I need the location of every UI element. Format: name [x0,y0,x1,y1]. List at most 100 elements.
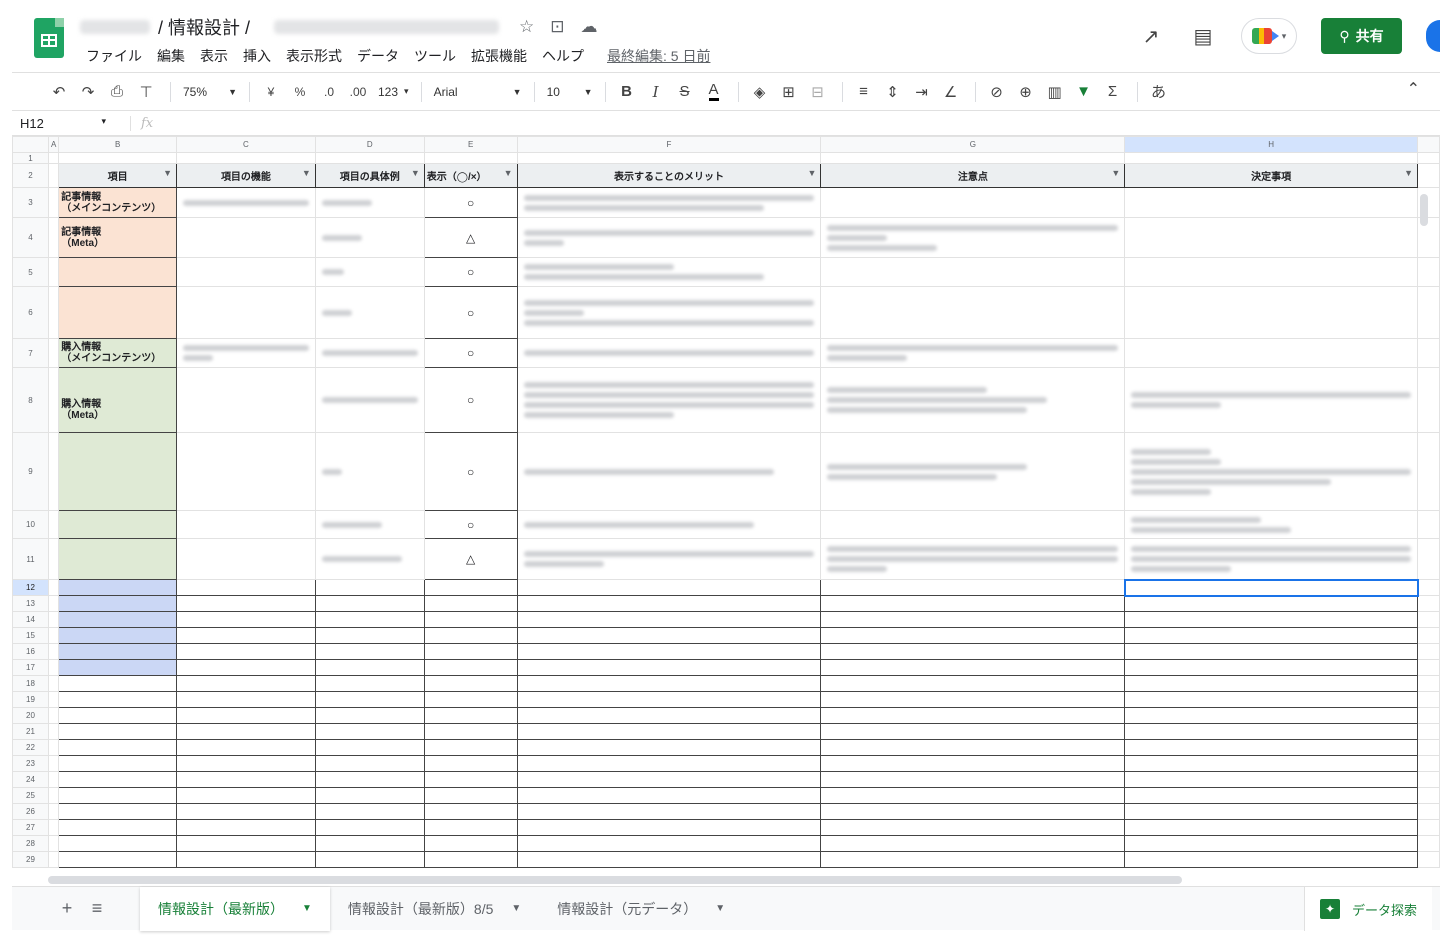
cell[interactable] [1124,217,1418,258]
cell[interactable] [820,538,1126,580]
more-formats-select[interactable]: 123 ▾ [374,79,413,105]
cell[interactable] [516,835,822,852]
zoom-select[interactable]: 75% ▼ [179,79,241,105]
cell[interactable] [820,723,1126,740]
collapse-toolbar-icon[interactable]: ⌃ [1407,79,1420,99]
cell[interactable] [314,611,425,628]
cell[interactable] [423,579,518,596]
cell[interactable] [1124,723,1418,740]
row-header[interactable]: 24 [12,771,49,788]
cell[interactable] [820,819,1126,836]
row-header[interactable]: 19 [12,691,49,708]
item-label-cell[interactable]: 購入情報 （メインコンテンツ） [58,338,178,368]
cell[interactable] [58,595,178,612]
tab-sheet-original[interactable]: 情報設計（元データ） ▼ [539,887,743,931]
cell[interactable] [1124,707,1418,724]
cell[interactable] [47,707,60,724]
menu-file[interactable]: ファイル [86,46,142,66]
cell[interactable] [176,187,316,218]
cell[interactable] [516,755,822,772]
cell[interactable] [47,691,60,708]
functions-button[interactable]: Σ [1100,79,1126,105]
row-header[interactable]: 17 [12,659,49,676]
cell[interactable] [314,627,425,644]
font-size-select[interactable]: 10 ▼ [543,79,597,105]
row-header[interactable]: 29 [12,851,49,868]
filter-icon[interactable]: ▼ [411,168,420,178]
cell[interactable] [516,643,822,660]
display-symbol-cell[interactable]: ○ [423,257,518,287]
tab-sheet-latest-0805[interactable]: 情報設計（最新版）8/5 ▼ [330,887,539,931]
cell[interactable] [1124,787,1418,804]
menu-data[interactable]: データ [357,46,399,66]
column-header-h[interactable]: H [1124,136,1418,153]
cell[interactable] [47,755,60,772]
cell[interactable] [47,257,60,287]
cell[interactable] [314,787,425,804]
cell[interactable] [1124,819,1418,836]
cell[interactable] [423,771,518,788]
cell[interactable] [47,723,60,740]
cell[interactable] [314,803,425,820]
cell[interactable] [176,851,316,868]
cell[interactable] [516,217,822,258]
cell[interactable] [423,611,518,628]
item-label-cell[interactable]: 記事情報 （メインコンテンツ） [58,187,178,218]
cell[interactable] [1124,538,1418,580]
cell[interactable] [47,627,60,644]
cell[interactable] [47,510,60,539]
cell[interactable] [314,538,425,580]
cell[interactable] [314,659,425,676]
row-header[interactable]: 25 [12,787,49,804]
cell[interactable] [516,187,822,218]
cell[interactable] [1124,611,1418,628]
cell[interactable] [314,755,425,772]
insert-comment-icon[interactable]: ⊕ [1013,79,1039,105]
cell[interactable] [58,627,178,644]
display-symbol-cell[interactable]: ○ [423,367,518,433]
insert-chart-icon[interactable]: ▥ [1042,79,1068,105]
cell[interactable] [314,152,425,164]
cell[interactable] [423,803,518,820]
cell[interactable] [314,835,425,852]
cell[interactable] [820,367,1126,433]
cell[interactable] [314,286,425,339]
cell[interactable] [47,659,60,676]
filter-icon[interactable]: ▼ [163,168,172,178]
share-button[interactable]: ⚲ 共有 [1321,18,1402,54]
cell[interactable] [1124,691,1418,708]
cell[interactable] [58,723,178,740]
borders-icon[interactable]: ⊞ [776,79,802,105]
cell[interactable] [1124,257,1418,287]
cell[interactable] [820,691,1126,708]
cell[interactable] [176,803,316,820]
cell[interactable] [820,675,1126,692]
cell[interactable] [47,432,60,511]
cell[interactable] [176,257,316,287]
row-header[interactable]: 28 [12,835,49,852]
column-header-f[interactable]: F [516,136,822,153]
row-header[interactable]: 5 [12,257,49,287]
filter-icon[interactable]: ▼ [504,168,513,178]
cell[interactable] [423,152,518,164]
row-header[interactable]: 27 [12,819,49,836]
percent-format-button[interactable]: % [287,79,313,105]
cell[interactable] [820,579,1126,596]
cell[interactable] [516,819,822,836]
cell[interactable] [47,771,60,788]
cell[interactable] [58,771,178,788]
cell[interactable] [1124,338,1418,368]
cell[interactable] [314,739,425,756]
cell[interactable] [176,510,316,539]
cell[interactable] [47,163,60,188]
chevron-down-icon[interactable]: ▼ [715,903,725,914]
cell[interactable] [47,338,60,368]
input-tools-button[interactable]: あ [1146,79,1172,105]
cell[interactable] [1124,771,1418,788]
add-sheet-button[interactable]: + [52,898,82,919]
cell[interactable] [314,338,425,368]
cell[interactable] [58,286,178,339]
cell[interactable] [314,691,425,708]
cell[interactable] [516,851,822,868]
cell[interactable] [58,755,178,772]
